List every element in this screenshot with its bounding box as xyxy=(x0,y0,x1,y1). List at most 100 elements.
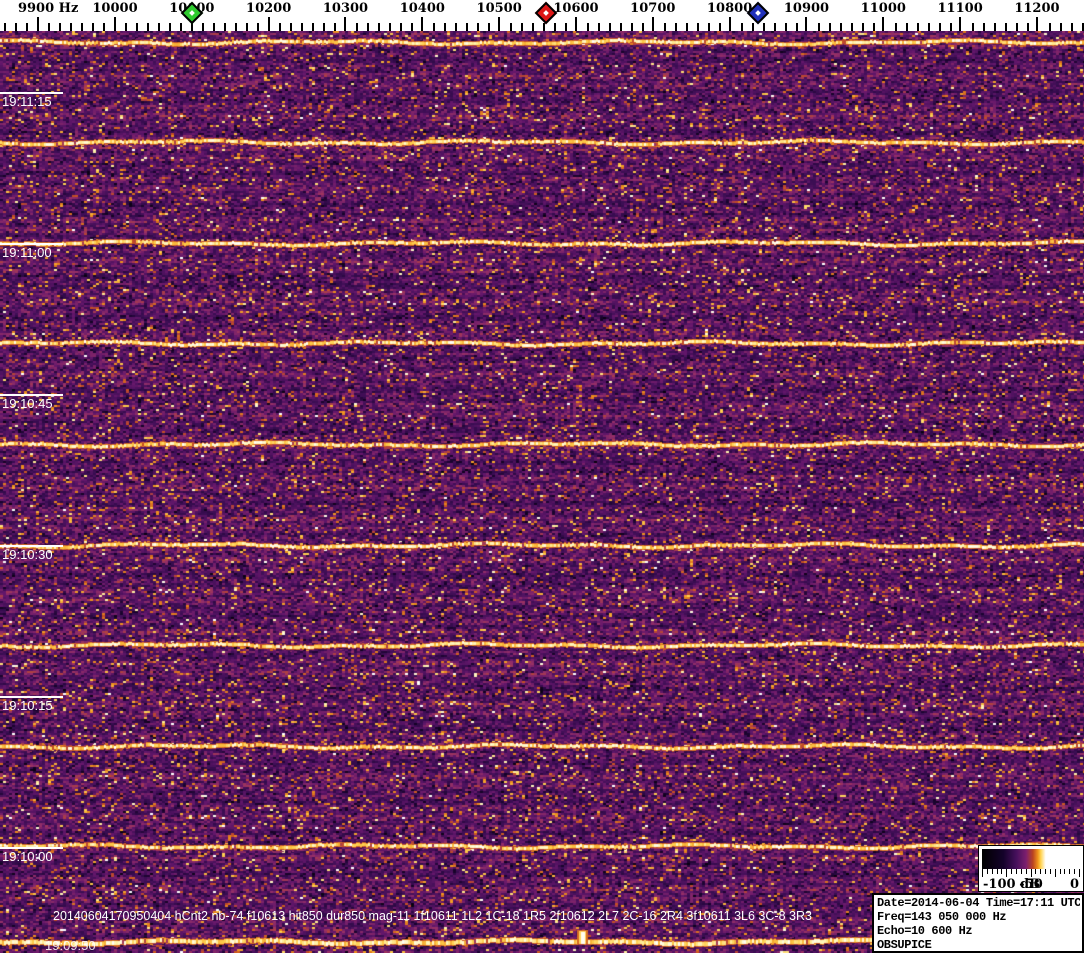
axis-minor-tick xyxy=(950,23,952,31)
axis-minor-tick xyxy=(15,23,17,31)
axis-minor-tick xyxy=(103,23,105,31)
axis-major-tick xyxy=(498,17,500,31)
axis-minor-tick xyxy=(532,23,534,31)
axis-minor-tick xyxy=(444,23,446,31)
axis-minor-tick xyxy=(158,23,160,31)
axis-minor-tick xyxy=(433,23,435,31)
colorbar-label-max: 0 xyxy=(1069,877,1079,892)
axis-frequency-label: 10500 xyxy=(476,1,522,16)
axis-frequency-label: 9900 Hz xyxy=(17,1,79,16)
colorbar-tick xyxy=(991,869,993,874)
axis-minor-tick xyxy=(763,23,765,31)
axis-minor-tick xyxy=(279,23,281,31)
colorbar-gradient xyxy=(982,849,1080,869)
colorbar-tick xyxy=(1045,869,1047,874)
colorbar-tick xyxy=(1040,869,1042,874)
axis-minor-tick xyxy=(510,23,512,31)
info-date-time: Date=2014-06-04 Time=17:11 UTC xyxy=(877,896,1080,910)
time-label: 19:11:00 xyxy=(2,245,52,260)
time-label: 19:10:15 xyxy=(2,698,53,713)
marker-center-dot xyxy=(543,10,549,16)
time-label: 19:11:15 xyxy=(2,94,52,109)
axis-minor-tick xyxy=(1016,23,1018,31)
axis-frequency-label: 11100 xyxy=(937,1,983,16)
colorbar-tick xyxy=(1030,869,1032,877)
axis-minor-tick xyxy=(488,23,490,31)
axis-minor-tick xyxy=(356,23,358,31)
colorbar-tick xyxy=(1020,869,1022,874)
colorbar-panel: -100 dB -50 0 xyxy=(978,845,1084,892)
colorbar-tick xyxy=(982,869,983,877)
time-label: 19:10:45 xyxy=(2,396,53,411)
axis-minor-tick xyxy=(939,23,941,31)
axis-minor-tick xyxy=(774,23,776,31)
axis-minor-tick xyxy=(554,23,556,31)
marker-center-dot xyxy=(188,10,195,16)
axis-minor-tick xyxy=(686,23,688,31)
axis-minor-tick xyxy=(928,23,930,31)
colorbar-tick xyxy=(1006,869,1008,877)
meteor-spectrogram-window: 9900 Hz100001010010200103001040010500106… xyxy=(0,0,1084,953)
axis-frequency-label: 10200 xyxy=(246,1,292,16)
axis-minor-tick xyxy=(125,23,127,31)
axis-minor-tick xyxy=(367,23,369,31)
axis-major-tick xyxy=(729,17,731,31)
axis-major-tick xyxy=(1036,17,1038,31)
axis-minor-tick xyxy=(972,23,974,31)
axis-minor-tick xyxy=(4,23,6,31)
colorbar-label-mid: -50 xyxy=(1019,877,1043,892)
axis-minor-tick xyxy=(565,23,567,31)
axis-minor-tick xyxy=(224,23,226,31)
axis-minor-tick xyxy=(521,23,523,31)
axis-minor-tick xyxy=(411,23,413,31)
colorbar-tick xyxy=(1074,869,1076,874)
info-echo: Echo=10 600 Hz xyxy=(877,924,973,938)
axis-minor-tick xyxy=(26,23,28,31)
axis-major-tick xyxy=(959,17,961,31)
axis-minor-tick xyxy=(631,23,633,31)
axis-minor-tick xyxy=(136,23,138,31)
axis-minor-tick xyxy=(818,23,820,31)
axis-major-tick xyxy=(575,17,577,31)
axis-major-tick xyxy=(37,17,39,31)
axis-minor-tick xyxy=(620,23,622,31)
event-caption: 20140604170950404 hCnt2 nb-74 f10613 hit… xyxy=(53,909,812,923)
info-station: OBSUPICE xyxy=(877,938,932,952)
axis-minor-tick xyxy=(917,23,919,31)
axis-minor-tick xyxy=(290,23,292,31)
axis-minor-tick xyxy=(994,23,996,31)
axis-minor-tick xyxy=(1005,23,1007,31)
axis-frequency-label: 10000 xyxy=(92,1,138,16)
axis-minor-tick xyxy=(1060,23,1062,31)
colorbar-tick xyxy=(1049,869,1051,874)
axis-minor-tick xyxy=(664,23,666,31)
axis-minor-tick xyxy=(323,23,325,31)
axis-major-tick xyxy=(882,17,884,31)
axis-minor-tick xyxy=(246,23,248,31)
axis-minor-tick xyxy=(543,23,545,31)
axis-minor-tick xyxy=(609,23,611,31)
axis-minor-tick xyxy=(851,23,853,31)
info-frequency: Freq=143 050 000 Hz xyxy=(877,910,1007,924)
axis-minor-tick xyxy=(312,23,314,31)
axis-major-tick xyxy=(805,17,807,31)
axis-minor-tick xyxy=(235,23,237,31)
axis-minor-tick xyxy=(334,23,336,31)
axis-frequency-label: 10800 xyxy=(707,1,753,16)
axis-minor-tick xyxy=(675,23,677,31)
axis-minor-tick xyxy=(180,23,182,31)
colorbar-tick xyxy=(996,869,998,874)
axis-minor-tick xyxy=(1027,23,1029,31)
axis-minor-tick xyxy=(598,23,600,31)
axis-minor-tick xyxy=(169,23,171,31)
axis-frequency-label: 11000 xyxy=(860,1,906,16)
colorbar-tick xyxy=(1001,869,1003,874)
axis-minor-tick xyxy=(59,23,61,31)
colorbar-tick xyxy=(1011,869,1013,874)
marker-center-dot xyxy=(755,10,761,16)
axis-frequency-label: 10900 xyxy=(783,1,830,16)
frequency-axis: 9900 Hz100001010010200103001040010500106… xyxy=(0,0,1084,31)
colorbar-tick xyxy=(986,869,988,874)
axis-major-tick xyxy=(114,17,116,31)
axis-minor-tick xyxy=(301,23,303,31)
